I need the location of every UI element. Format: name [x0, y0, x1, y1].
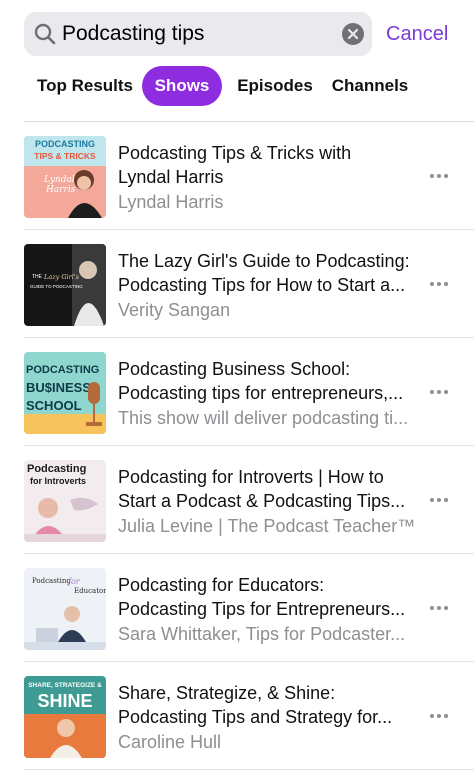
list-item[interactable]: THE Lazy Girl's GUIDE TO PODCASTING The … — [0, 230, 474, 338]
tab-channels[interactable]: Channels — [328, 66, 412, 106]
scope-tabs: Top Results Shows Episodes Channels — [24, 66, 474, 106]
show-title-line2: Podcasting Tips for How to Start a... — [118, 275, 406, 295]
show-title-line1: Podcasting Business School: — [118, 359, 351, 379]
show-title-line2: Podcasting tips for entrepreneurs,... — [118, 383, 404, 403]
show-description: This show will deliver podcasting ti... — [118, 408, 409, 428]
list-item[interactable]: PODCASTING BU$INESS SCHOOL Podcasting Bu… — [0, 338, 474, 446]
artwork-text: Podcasting — [32, 577, 71, 585]
search-input[interactable]: Podcasting tips — [62, 21, 204, 47]
artwork-text: Harris — [45, 185, 76, 195]
row-divider — [24, 769, 474, 770]
clear-x-icon[interactable] — [342, 23, 364, 45]
artwork-text: BU$INESS — [26, 380, 91, 395]
show-author: Caroline Hull — [118, 732, 222, 752]
artwork-text: for Introverts — [30, 476, 86, 486]
show-title-line1: The Lazy Girl's Guide to Podcasting: — [118, 251, 410, 271]
show-author: Lyndal Harris — [118, 192, 224, 212]
artwork-text: PODCASTING — [35, 139, 95, 149]
artwork-text: Lazy Girl's — [43, 273, 80, 281]
artwork-text: SHINE — [37, 691, 92, 711]
artwork-text: for — [67, 577, 81, 586]
show-title: The Lazy Girl's Guide to Podcasting: Pod… — [118, 249, 420, 297]
ellipsis-icon[interactable] — [428, 706, 450, 726]
show-title-line2: Podcasting Tips and Strategy for... — [118, 707, 393, 727]
podcast-artwork: SHARE, STRATEGIZE & SHINE — [24, 676, 106, 758]
show-title-line1: Podcasting for Educators: — [118, 575, 325, 595]
show-author: Sara Whittaker, Tips for Podcaster... — [118, 624, 406, 644]
search-bar: Podcasting tips Cancel — [24, 12, 464, 56]
show-title: Podcasting for Educators: Podcasting Tip… — [118, 573, 420, 621]
artwork-text: SHARE, STRATEGIZE & — [28, 682, 102, 689]
show-title-line1: Podcasting Tips & Tricks with — [118, 143, 352, 163]
tab-episodes[interactable]: Episodes — [230, 66, 320, 106]
list-item[interactable]: Podcasting for Educators Podcasting for … — [0, 554, 474, 662]
podcast-artwork: Podcasting for Introverts — [24, 460, 106, 542]
list-item[interactable]: Podcasting for Introverts Podcasting for… — [0, 446, 474, 554]
podcast-artwork: THE Lazy Girl's GUIDE TO PODCASTING — [24, 244, 106, 326]
artwork-text: TIPS & TRICKS — [34, 151, 96, 161]
artwork-text: Educators — [74, 587, 106, 595]
show-title: Podcasting Tips & Tricks with Lyndal Har… — [118, 141, 420, 189]
podcast-artwork: PODCASTING BU$INESS SCHOOL — [24, 352, 106, 434]
ellipsis-icon[interactable] — [428, 382, 450, 402]
artwork-text: Podcasting — [27, 463, 86, 475]
tab-shows[interactable]: Shows — [142, 66, 222, 106]
artwork-text: THE — [32, 274, 43, 280]
show-title-line2: Start a Podcast & Podcasting Tips... — [118, 491, 406, 511]
podcast-artwork: PODCASTING TIPS & TRICKS Lyndal Harris — [24, 136, 106, 218]
list-item[interactable]: PODCASTING TIPS & TRICKS Lyndal Harris P… — [0, 122, 474, 230]
show-title-line2: Lyndal Harris — [118, 167, 224, 187]
ellipsis-icon[interactable] — [428, 274, 450, 294]
show-author: Julia Levine | The Podcast Teacher™ — [118, 516, 416, 536]
show-author: Verity Sangan — [118, 300, 231, 320]
artwork-text: GUIDE TO PODCASTING — [30, 284, 83, 289]
search-field[interactable]: Podcasting tips — [24, 12, 372, 56]
tab-top-results[interactable]: Top Results — [30, 66, 140, 106]
list-item[interactable]: SHARE, STRATEGIZE & SHINE Share, Strateg… — [0, 662, 474, 770]
show-title-line2: Podcasting Tips for Entrepreneurs... — [118, 599, 406, 619]
ellipsis-icon[interactable] — [428, 490, 450, 510]
artwork-text: PODCASTING — [26, 364, 99, 376]
ellipsis-icon[interactable] — [428, 166, 450, 186]
show-title: Podcasting for Introverts | How to Start… — [118, 465, 420, 513]
artwork-text: Lyndal — [43, 175, 75, 185]
show-title: Podcasting Business School: Podcasting t… — [118, 357, 420, 405]
show-title-line1: Share, Strategize, & Shine: — [118, 683, 336, 703]
cancel-button[interactable]: Cancel — [386, 21, 448, 47]
show-title-line1: Podcasting for Introverts | How to — [118, 467, 384, 487]
magnifying-glass-icon — [34, 23, 56, 45]
ellipsis-icon[interactable] — [428, 598, 450, 618]
artwork-text: SCHOOL — [26, 398, 82, 413]
show-title: Share, Strategize, & Shine: Podcasting T… — [118, 681, 420, 729]
podcast-artwork: Podcasting for Educators — [24, 568, 106, 650]
